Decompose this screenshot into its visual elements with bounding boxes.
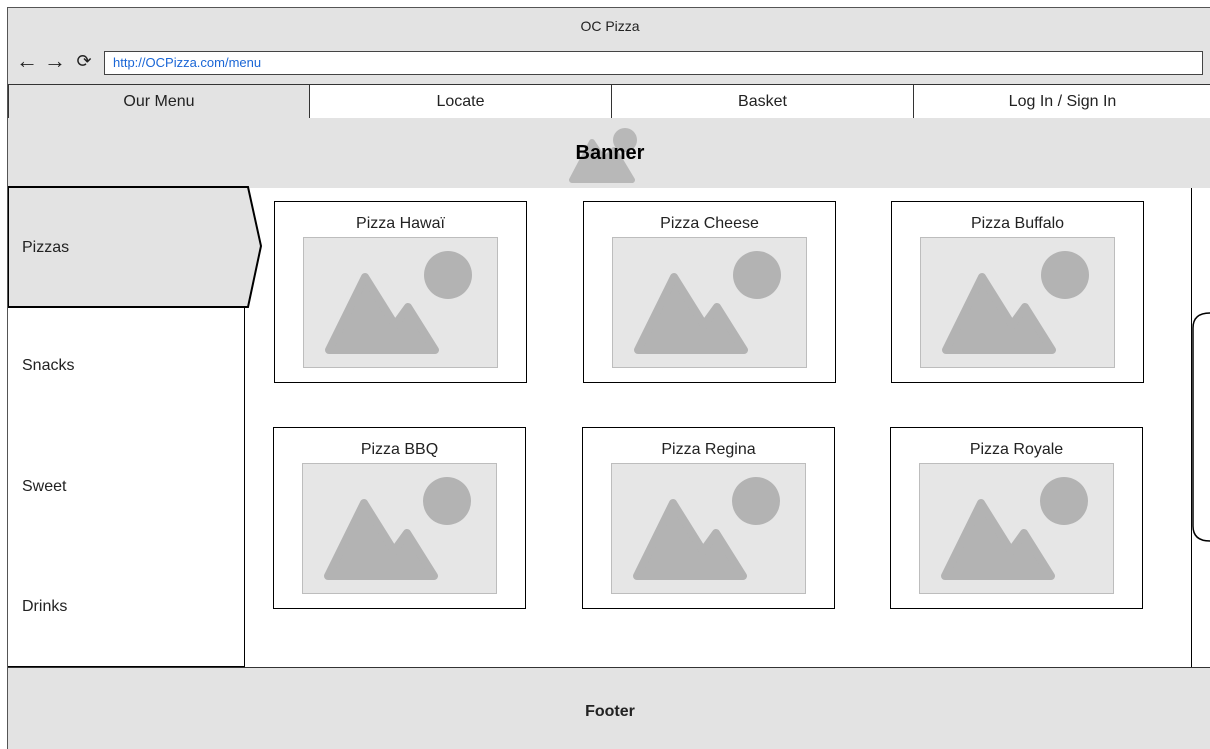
product-card[interactable]: Pizza Regina: [582, 427, 835, 609]
forward-arrow-icon[interactable]: →: [42, 49, 68, 73]
image-placeholder-icon: [612, 237, 807, 368]
product-card[interactable]: Pizza Cheese: [583, 201, 836, 383]
image-placeholder-icon: [302, 463, 497, 594]
product-card[interactable]: Pizza Hawaï: [274, 201, 527, 383]
back-arrow-icon[interactable]: ←: [14, 49, 40, 73]
product-name: Pizza Buffalo: [970, 215, 1065, 232]
sidebar-item-sweet[interactable]: Sweet: [22, 477, 66, 497]
product-name: Pizza Royale: [969, 441, 1064, 458]
image-placeholder-icon: [303, 237, 498, 368]
window-title: OC Pizza: [8, 8, 1210, 44]
sidebar-item-pizzas[interactable]: Pizzas: [22, 238, 69, 258]
tab-basket[interactable]: Basket: [611, 84, 914, 119]
product-card[interactable]: Pizza BBQ: [273, 427, 526, 609]
image-placeholder-icon: [919, 463, 1114, 594]
product-name: Pizza Cheese: [660, 215, 759, 232]
product-card[interactable]: Pizza Royale: [890, 427, 1143, 609]
tab-locate[interactable]: Locate: [309, 84, 612, 119]
product-name: Pizza Hawaï: [356, 215, 445, 232]
tab-our-menu[interactable]: Our Menu: [8, 84, 310, 119]
footer-label: Footer: [585, 703, 635, 720]
scrollbar-thumb[interactable]: [1192, 312, 1210, 542]
url-input[interactable]: http://OCPizza.com/menu: [104, 51, 1203, 75]
tab-login-signin[interactable]: Log In / Sign In: [913, 84, 1210, 119]
sidebar-item-drinks[interactable]: Drinks: [22, 597, 67, 617]
image-placeholder-icon: [611, 463, 806, 594]
product-name: Pizza Regina: [661, 441, 756, 458]
product-name: Pizza BBQ: [360, 441, 439, 458]
sidebar-item-snacks[interactable]: Snacks: [22, 356, 74, 376]
product-card[interactable]: Pizza Buffalo: [891, 201, 1144, 383]
banner-label: Banner: [575, 142, 645, 164]
image-placeholder-icon: [920, 237, 1115, 368]
reload-icon[interactable]: ⟳: [72, 49, 96, 73]
